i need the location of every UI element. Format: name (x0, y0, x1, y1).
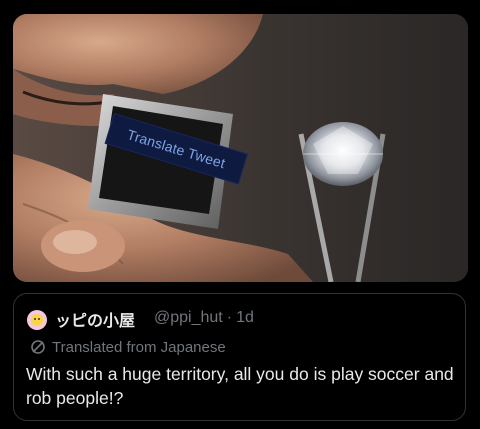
handle[interactable]: @ppi_hut (154, 309, 223, 327)
tweet-photo[interactable]: Translate Tweet (13, 14, 468, 282)
quoted-tweet-card[interactable]: ッピの小屋 @ppi_hut · 1d Translated from Japane… (13, 293, 466, 421)
timestamp[interactable]: 1d (236, 309, 254, 327)
screenshot-frame: Translate Tweet ッピの小屋 @ppi_hut · 1d Transl… (0, 0, 480, 429)
globe-slash-icon (30, 339, 46, 355)
handle-and-time: @ppi_hut · 1d (154, 309, 254, 327)
translated-from-label: Translated from Japanese (52, 338, 226, 356)
avatar-eye (34, 318, 36, 320)
photo-illustration (13, 14, 468, 282)
translation-notice: Translated from Japanese (30, 338, 226, 356)
avatar-eye (38, 318, 40, 320)
avatar[interactable] (27, 310, 47, 330)
tweet-text: With such a huge territory, all you do i… (26, 364, 454, 408)
separator-dot: · (226, 309, 233, 326)
avatar-face-icon (31, 314, 43, 326)
display-name[interactable]: ッピの小屋 (55, 307, 135, 331)
